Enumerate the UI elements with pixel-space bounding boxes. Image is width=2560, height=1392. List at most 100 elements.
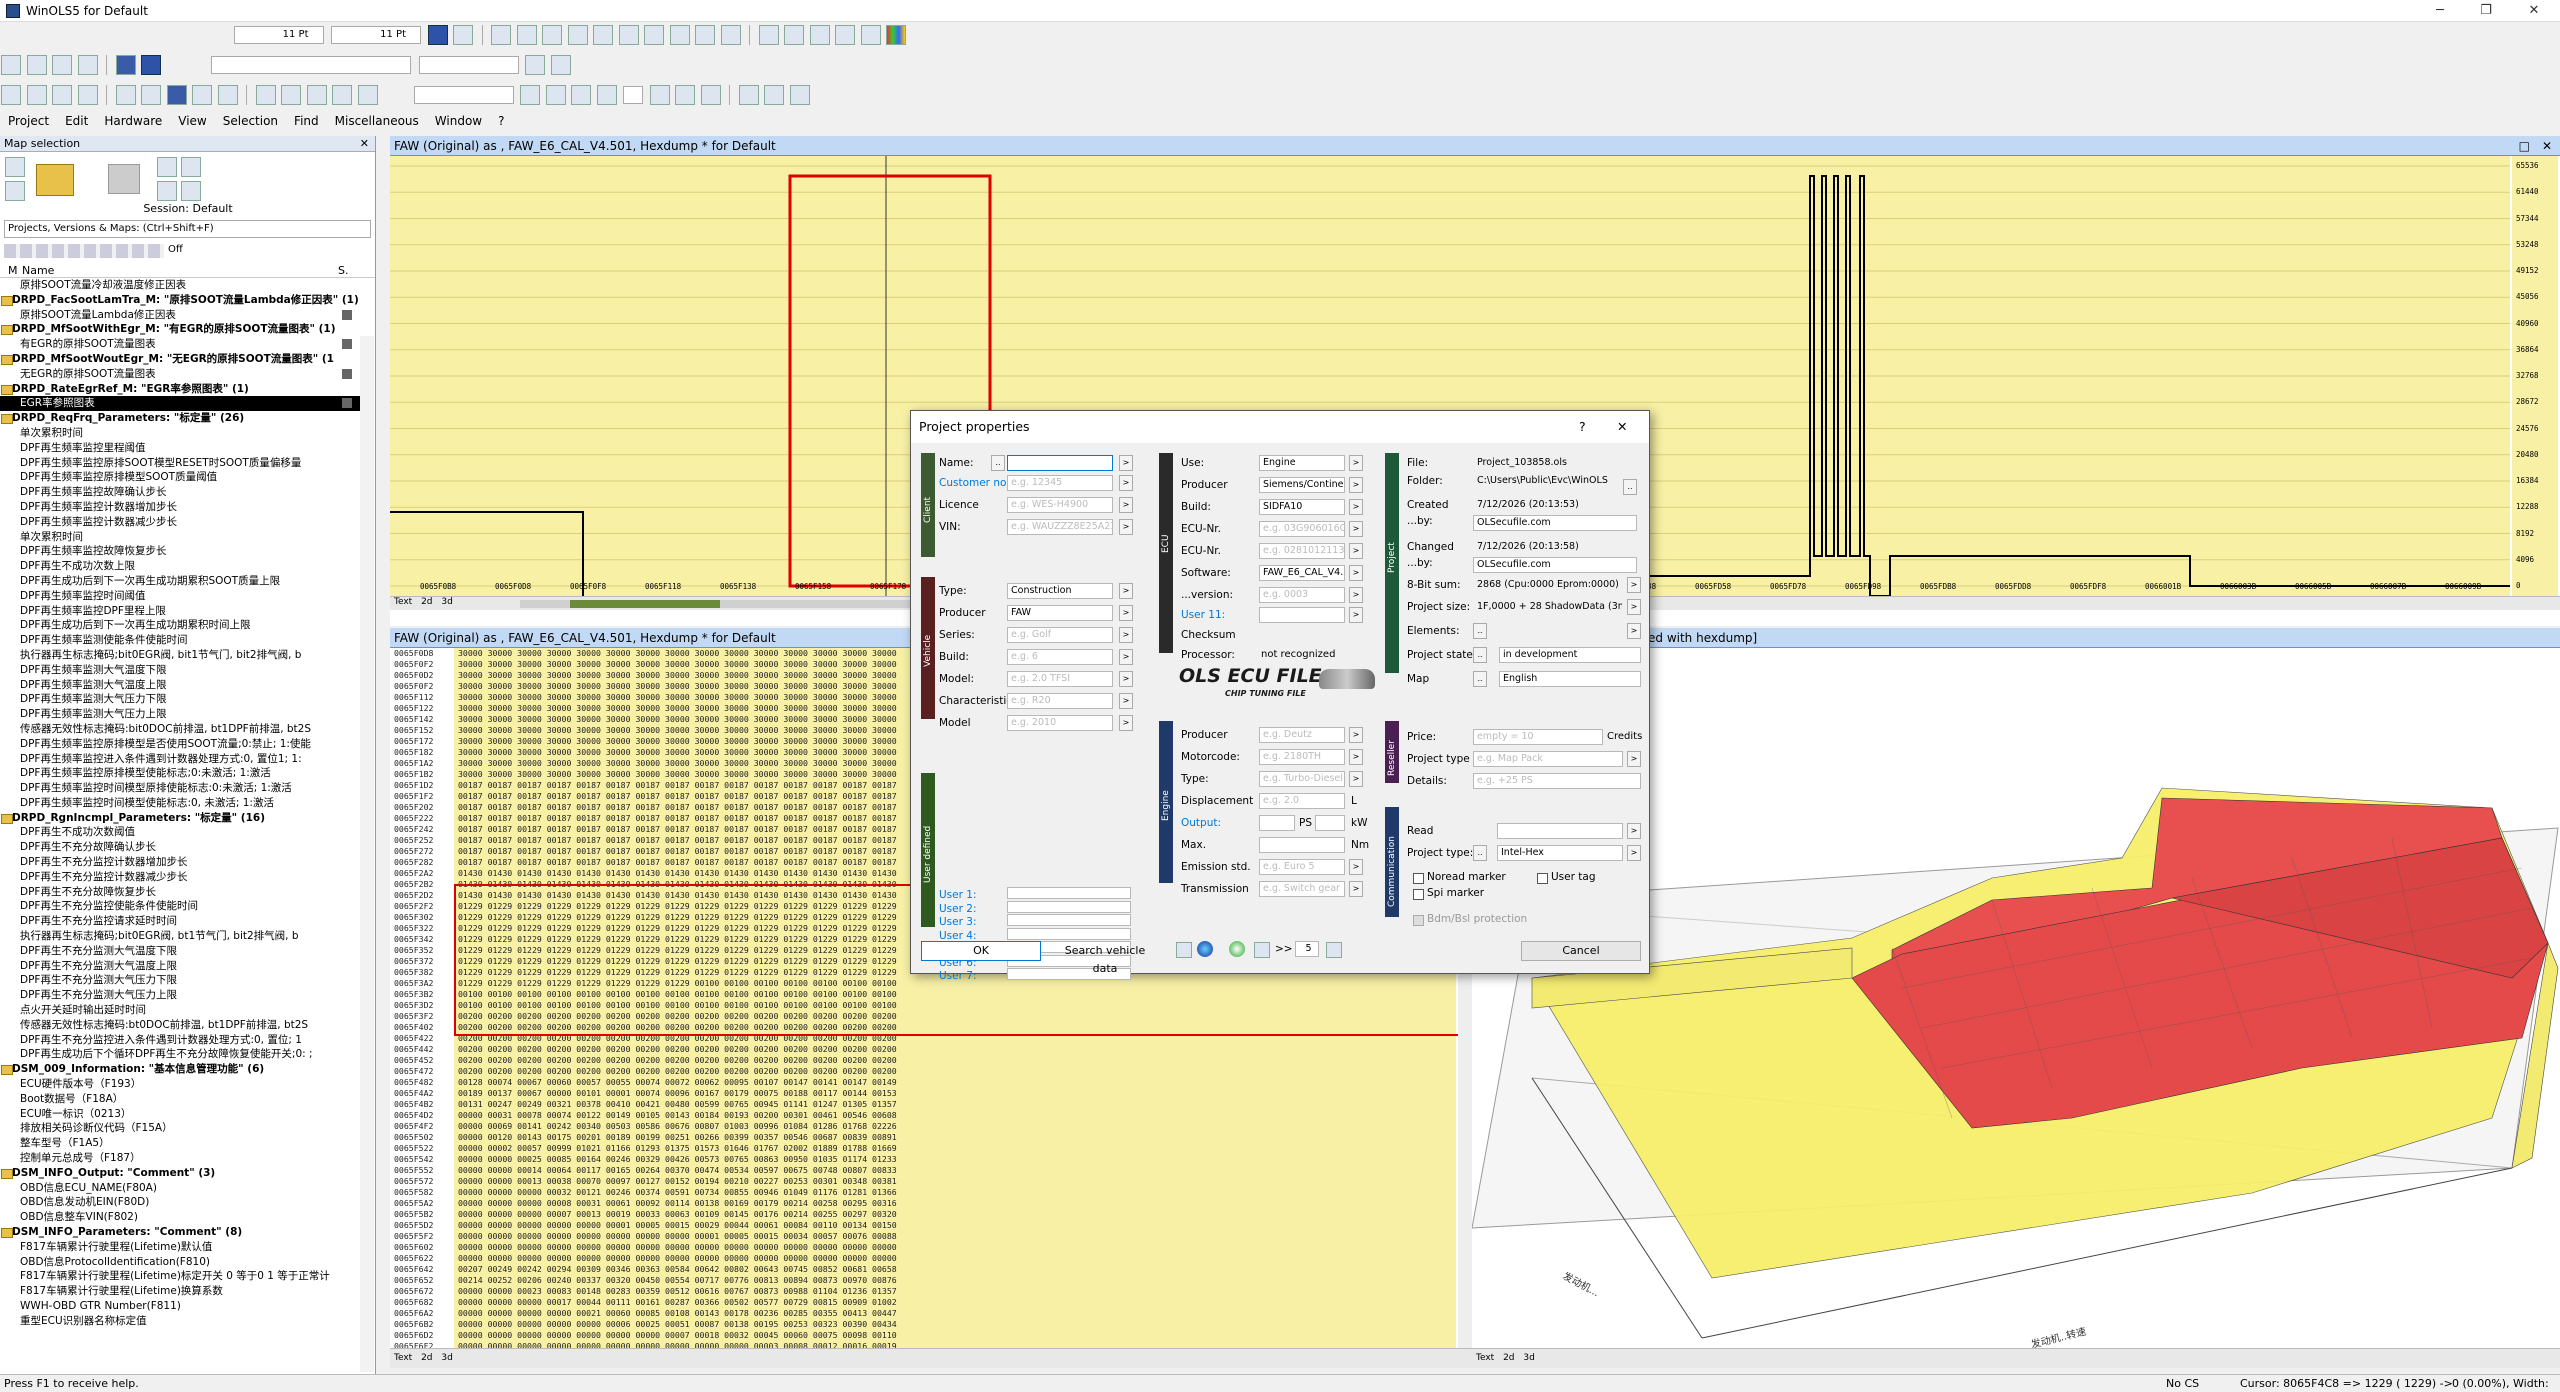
globe-icon[interactable] [1197, 941, 1213, 957]
vehicle-build-arrow[interactable]: > [1119, 649, 1133, 665]
tree-item[interactable]: ECU唯一标识（0213） [0, 1107, 360, 1122]
project-state-select[interactable]: in development [1499, 647, 1641, 663]
menu-hardware[interactable]: Hardware [96, 112, 170, 130]
engine-emission-input[interactable]: e.g. Euro 5 [1259, 859, 1345, 875]
hex-tab-text[interactable]: Text [394, 1353, 412, 1363]
comm-ptype-picker[interactable]: .. [1473, 845, 1487, 861]
signed-icon[interactable] [644, 25, 664, 45]
columns-2-icon[interactable] [542, 25, 562, 45]
box-icon[interactable] [649, 85, 670, 105]
tree-4-icon[interactable] [181, 181, 201, 201]
hex-row[interactable]: 00200 00200 00200 00200 00200 00200 0020… [458, 1022, 1456, 1033]
hex-row[interactable]: 00189 00137 00067 00000 00101 00001 0007… [458, 1088, 1456, 1099]
world-icon[interactable] [1229, 941, 1245, 957]
licence-arrow-button[interactable]: > [1119, 497, 1133, 513]
vehicle-model-input[interactable]: e.g. 2.0 TFSI [1007, 671, 1113, 687]
open-project-icon[interactable] [1, 55, 21, 75]
hex-tab-2d[interactable]: 2d [421, 1353, 432, 1363]
view-mode-icon[interactable] [427, 25, 448, 45]
ecu-version-arrow[interactable]: > [1349, 587, 1363, 603]
menu-project[interactable]: Project [0, 112, 57, 130]
save-map-icon[interactable] [5, 181, 25, 201]
tree-item[interactable]: DPF再生频率监控故障确认步长 [0, 485, 360, 500]
tree-item[interactable]: 原排SOOT流量Lambda修正因表 [0, 308, 360, 323]
minimize-button[interactable]: ─ [2420, 0, 2460, 22]
tree-item[interactable]: DPF再生不充分监测大气压力下限 [0, 973, 360, 988]
tree-group[interactable]: DRPD_MfSootWoutEgr_M: "无EGR的原排SOOT流量图表" … [0, 352, 360, 367]
tree-item[interactable]: Boot数据号（F18A） [0, 1092, 360, 1107]
tree-group[interactable]: DRPD_RateEgrRef_M: "EGR率参照图表" (1) [0, 382, 360, 397]
tree-item[interactable]: DPF再生不充分监控请求延时时间 [0, 914, 360, 929]
w3d-tab-text[interactable]: Text [1476, 1353, 1494, 1363]
vehicle-producer-input[interactable]: FAW [1007, 605, 1113, 621]
project-size-arrow[interactable]: > [1627, 599, 1641, 615]
vehicle-producer-arrow[interactable]: > [1119, 605, 1133, 621]
name-picker-button[interactable]: .. [991, 455, 1005, 471]
tree-2-icon[interactable] [181, 157, 201, 177]
hex-row[interactable]: 00200 00200 00200 00200 00200 00200 0020… [458, 1066, 1456, 1077]
first-icon[interactable] [115, 85, 136, 105]
tree-item[interactable]: DPF再生不充分监控计数器增加步长 [0, 855, 360, 870]
hex-row[interactable]: 00000 00000 00000 00000 00000 00006 0002… [458, 1319, 1456, 1330]
tree-item[interactable]: F817车辆累计行驶里程(Lifetime)换算系数 [0, 1284, 360, 1299]
tree-item[interactable]: DPF再生频率监控时间模型原排使能标志:0:未激活; 1:激活 [0, 781, 360, 796]
font-size-spinner-1[interactable]: 11 Pt [233, 26, 324, 44]
tree-item[interactable]: DPF再生频率监测大气温度上限 [0, 678, 360, 693]
tree-group[interactable]: DRPD_FacSootLamTra_M: "原排SOOT流量Lambda修正因… [0, 293, 360, 308]
ecu-software-arrow[interactable]: > [1349, 565, 1363, 581]
original-icon[interactable] [835, 25, 855, 45]
tree-item[interactable]: DPF再生不充分故障恢复步长 [0, 885, 360, 900]
color-palette-icon[interactable] [886, 25, 906, 45]
hex-row[interactable]: 00000 00000 00000 00000 00000 00000 0000… [458, 1231, 1456, 1242]
bdm-checkbox[interactable] [1413, 915, 1424, 926]
tree-item[interactable]: DPF再生频率监测使能条件使能时间 [0, 633, 360, 648]
engine-type-arrow[interactable]: > [1349, 771, 1363, 787]
tree-item[interactable]: DPF再生频率监控故障恢复步长 [0, 544, 360, 559]
hex-row[interactable]: 00000 00000 00000 00000 00000 00000 0000… [458, 1330, 1456, 1341]
hex-row[interactable]: 00000 00031 00078 00074 00122 00149 0010… [458, 1110, 1456, 1121]
tree-item[interactable]: DPF再生成功后到下一次再生成功期累积SOOT质量上限 [0, 574, 360, 589]
ecu-producer-input[interactable]: Siemens/Continen [1259, 477, 1345, 493]
cancel-button[interactable]: Cancel [1521, 941, 1641, 961]
tree-item[interactable]: DPF再生成功后到下一次再生成功期累积时间上限 [0, 618, 360, 633]
tree-item[interactable]: DPF再生频率监控原排SOOT模型RESET时SOOT质量偏移量 [0, 456, 360, 471]
menu-misc[interactable]: Miscellaneous [327, 112, 427, 130]
project-map-picker[interactable]: .. [1473, 671, 1487, 687]
tab-3d[interactable]: 3d [441, 597, 452, 607]
tree-item[interactable]: DPF再生频率监控原排模型使能标志;0:未激活; 1:激活 [0, 766, 360, 781]
tree-group[interactable]: DSM_INFO_Output: "Comment" (3) [0, 1166, 360, 1181]
reseller-ptype-input[interactable]: e.g. Map Pack [1473, 751, 1623, 767]
hex-row[interactable]: 00000 00000 00025 00085 00164 00246 0032… [458, 1154, 1456, 1165]
tree-item[interactable]: 原排SOOT流量冷却液温度修正因表 [0, 278, 360, 293]
hex-row[interactable]: 00000 00120 00143 00175 00201 00189 0019… [458, 1132, 1456, 1143]
tree-scrollbar[interactable] [360, 336, 374, 1372]
col-name[interactable]: Name [22, 264, 54, 277]
tree-item[interactable]: DPF再生频率监控原排模型是否使用SOOT流量;0:禁止; 1:使能 [0, 737, 360, 752]
hex-row[interactable]: 00128 00074 00067 00060 00057 00055 0007… [458, 1077, 1456, 1088]
db-icon[interactable] [1176, 942, 1192, 958]
ok-button[interactable]: OK [921, 941, 1041, 961]
more-button[interactable]: >> [1275, 943, 1293, 955]
customer-arrow-button[interactable]: > [1119, 475, 1133, 491]
tree-item[interactable]: DPF再生不充分监测大气压力上限 [0, 988, 360, 1003]
ecu-producer-arrow[interactable]: > [1349, 477, 1363, 493]
tree-item[interactable]: 执行器再生标志掩码;bit0EGR阀, bit1节气门, bit2排气阀, b [0, 648, 360, 663]
user-field-input[interactable] [1007, 914, 1131, 926]
tree-item[interactable]: 单次累积时间 [0, 530, 360, 545]
hex-row[interactable]: 00214 00252 00206 00240 00337 00320 0045… [458, 1275, 1456, 1286]
engine-transmission-input[interactable]: e.g. Switch gear [1259, 881, 1345, 897]
ecu-use-input[interactable]: Engine [1259, 455, 1345, 471]
vin-arrow-button[interactable]: > [1119, 519, 1133, 535]
hex-row[interactable]: 00000 00000 00014 00064 00117 00165 0026… [458, 1165, 1456, 1176]
paste-icon[interactable] [332, 85, 352, 105]
maximize-button[interactable]: ❐ [2466, 0, 2506, 22]
hex-row[interactable]: 00100 00100 00100 00100 00100 00100 0010… [458, 989, 1456, 1000]
vehicle-characteristic-arrow[interactable]: > [1119, 693, 1133, 709]
name-arrow-button[interactable]: > [1119, 455, 1133, 471]
ecu-use-arrow[interactable]: > [1349, 455, 1363, 471]
count-input[interactable]: 5 [1295, 941, 1319, 957]
cloud-icon[interactable] [571, 85, 591, 105]
tree-item[interactable]: DPF再生频率监控原排模型SOOT质量阈值 [0, 470, 360, 485]
tree-item[interactable]: DPF再生不充分监控使能条件使能时间 [0, 899, 360, 914]
left-icon[interactable] [520, 85, 540, 105]
